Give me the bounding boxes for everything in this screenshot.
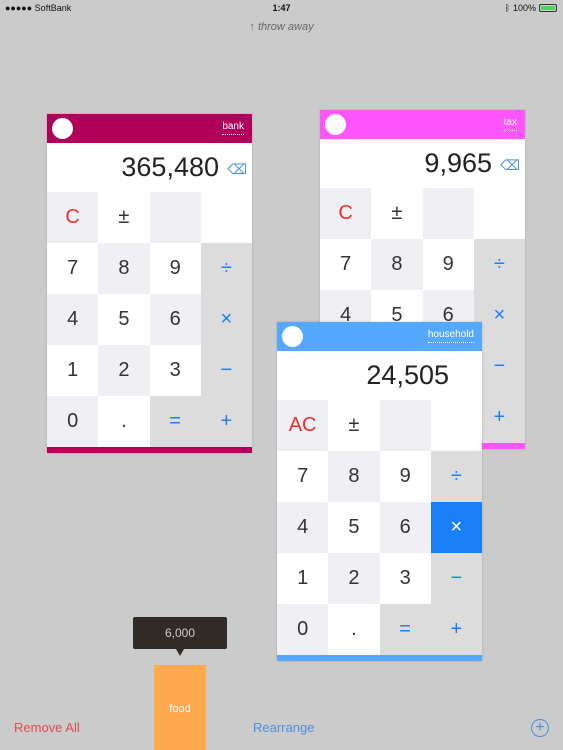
key-btn[interactable]: 6 <box>149 294 201 345</box>
drag-handle[interactable] <box>52 118 73 139</box>
key-btn[interactable]: . <box>98 396 150 447</box>
key-btn[interactable]: 6 <box>379 502 431 553</box>
key-btn[interactable]: 5 <box>98 294 150 345</box>
key-blank <box>200 192 252 243</box>
battery-icon <box>539 4 557 12</box>
key-btn[interactable]: 9 <box>379 451 431 502</box>
key-btn[interactable]: 3 <box>149 345 201 396</box>
key-btn[interactable]: 4 <box>47 294 99 345</box>
calculator-display: 9,965 ⌫ <box>320 139 525 188</box>
key-btn[interactable]: × <box>200 294 252 345</box>
key-blank <box>422 188 474 239</box>
color-bar <box>277 655 482 661</box>
calculator-display: 365,480 ⌫ <box>47 143 252 192</box>
key-btn[interactable]: 3 <box>379 553 431 604</box>
key-btn[interactable]: AC <box>277 400 329 451</box>
key-btn[interactable]: 4 <box>277 502 329 553</box>
calculator-header[interactable]: bank <box>47 114 252 143</box>
value-tooltip: 6,000 <box>133 617 227 656</box>
clock: 1:47 <box>272 3 291 13</box>
key-btn[interactable]: C <box>47 192 99 243</box>
calculator-header[interactable]: household <box>277 322 482 351</box>
key-btn[interactable]: ÷ <box>430 451 482 502</box>
throw-away-hint: ↑ throw away <box>249 21 314 33</box>
key-btn[interactable]: − <box>200 345 252 396</box>
drag-handle[interactable] <box>282 326 303 347</box>
key-btn[interactable]: 7 <box>277 451 329 502</box>
display-value: 365,480 <box>121 152 219 182</box>
key-btn[interactable]: 5 <box>328 502 380 553</box>
calculator-display: 24,505 <box>277 351 482 400</box>
calculator-name[interactable]: household <box>427 329 474 343</box>
add-calculator-button[interactable]: + <box>531 719 549 737</box>
key-btn[interactable]: ± <box>328 400 380 451</box>
calculator-household[interactable]: household 24,505 AC ±7 8 9 ÷ 4 5 6 × 1 2 3− 0. = + <box>277 322 482 661</box>
key-blank <box>473 188 525 239</box>
key-btn[interactable]: 7 <box>320 239 372 290</box>
calculator-name[interactable]: bank <box>222 121 244 135</box>
key-blank <box>149 192 201 243</box>
key-btn[interactable]: 9 <box>422 239 474 290</box>
calculator-name[interactable]: tax <box>503 117 517 131</box>
calculator-bank[interactable]: bank 365,480 ⌫ C ±7 8 9 ÷ 4 5 6 × 1 2 3− 0. = + <box>47 114 252 453</box>
status-bar: ●●●●● SoftBank 1:47 ᛒ 100% <box>0 0 563 16</box>
backspace-icon[interactable]: ⌫ <box>227 161 247 178</box>
key-btn[interactable]: 8 <box>328 451 380 502</box>
battery-percent: 100% <box>512 3 536 13</box>
key-btn[interactable]: 7 <box>47 243 99 294</box>
key-btn[interactable]: − <box>430 553 482 604</box>
display-value: 9,965 <box>424 148 492 178</box>
key-btn[interactable]: 8 <box>371 239 423 290</box>
display-value: 24,505 <box>366 360 449 390</box>
key-btn[interactable]: 1 <box>277 553 329 604</box>
key-btn[interactable]: = <box>149 396 201 447</box>
minimized-calculator-food[interactable]: food <box>154 665 206 750</box>
bluetooth-icon: ᛒ <box>504 3 510 13</box>
key-btn[interactable]: ÷ <box>200 243 252 294</box>
key-btn[interactable]: = <box>379 604 431 655</box>
key-btn[interactable]: 0 <box>47 396 99 447</box>
key-btn[interactable]: ÷ <box>473 239 525 290</box>
key-btn[interactable]: 8 <box>98 243 150 294</box>
rearrange-button[interactable]: Rearrange <box>253 720 314 735</box>
key-btn[interactable]: 2 <box>98 345 150 396</box>
key-btn[interactable]: + <box>200 396 252 447</box>
calculator-header[interactable]: tax <box>320 110 525 139</box>
key-btn[interactable]: 2 <box>328 553 380 604</box>
key-btn[interactable]: 9 <box>149 243 201 294</box>
key-btn[interactable]: 1 <box>47 345 99 396</box>
key-btn[interactable]: ± <box>371 188 423 239</box>
backspace-icon[interactable]: ⌫ <box>500 157 520 174</box>
key-blank <box>379 400 431 451</box>
key-blank <box>430 400 482 451</box>
key-btn[interactable]: ± <box>98 192 150 243</box>
key-btn[interactable]: 0 <box>277 604 329 655</box>
key-btn[interactable]: × <box>430 502 482 553</box>
remove-all-button[interactable]: Remove All <box>14 720 80 735</box>
drag-handle[interactable] <box>325 114 346 135</box>
color-bar <box>47 447 252 453</box>
key-btn[interactable]: C <box>320 188 372 239</box>
key-btn[interactable]: + <box>430 604 482 655</box>
key-btn[interactable]: . <box>328 604 380 655</box>
